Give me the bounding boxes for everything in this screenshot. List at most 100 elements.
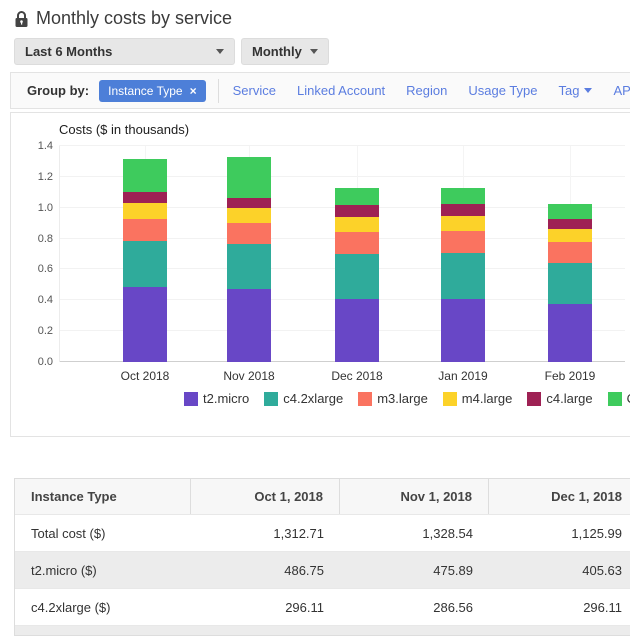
- group-by-option-region[interactable]: Region: [406, 83, 447, 98]
- group-by-label: Group by:: [27, 83, 90, 98]
- x-axis-label: Dec 2018: [331, 369, 383, 383]
- table-row-partial: [15, 625, 630, 635]
- legend-item-c4-2xlarge[interactable]: c4.2xlarge: [264, 391, 343, 406]
- x-axis-label: Oct 2018: [120, 369, 170, 383]
- bar-segment-m3-large-0[interactable]: [123, 219, 167, 242]
- bar-segment-m3-large-1[interactable]: [227, 223, 271, 245]
- table-row-label: c4.2xlarge ($): [31, 599, 111, 615]
- chevron-down-icon: [309, 49, 318, 54]
- plot-area: 0.0 0.2 0.4 0.6 0.8 1.0 1.2 1.4: [11, 140, 630, 368]
- bar-segment-others-2[interactable]: [335, 188, 379, 205]
- chevron-down-icon: [216, 49, 224, 54]
- table-row-label: t2.micro ($): [31, 562, 97, 578]
- chart-legend: t2.micro c4.2xlarge m3.large m4.large c4.lar…: [184, 391, 630, 406]
- bar-segment-c4-2xlarge-4[interactable]: [548, 262, 592, 304]
- bar-segment-c4-large-3[interactable]: [441, 204, 485, 217]
- legend-item-c4-large[interactable]: c4.large: [527, 391, 593, 406]
- legend-item-others[interactable]: Others: [607, 391, 630, 406]
- table-cell-value: 405.63: [582, 562, 622, 578]
- legend-label: m4.large: [461, 391, 513, 406]
- group-by-option-api-operation[interactable]: API Operation: [613, 83, 630, 98]
- bar-segment-t2-micro-3[interactable]: [441, 298, 485, 362]
- legend-item-m3-large[interactable]: m3.large: [358, 391, 428, 406]
- bar-segment-c4-2xlarge-3[interactable]: [441, 253, 485, 299]
- legend-swatch-icon: [264, 391, 279, 406]
- bar-segment-c4-large-1[interactable]: [227, 197, 271, 209]
- table-cell-value: 1,312.71: [273, 525, 324, 541]
- legend-item-m4-large[interactable]: m4.large: [442, 391, 513, 406]
- bar-segment-m3-large-4[interactable]: [548, 241, 592, 263]
- bar-segment-m3-large-2[interactable]: [335, 231, 379, 254]
- legend-label: Others: [627, 391, 630, 406]
- bar-segment-t2-micro-1[interactable]: [227, 288, 271, 362]
- group-by-option-usage-type[interactable]: Usage Type: [468, 83, 537, 98]
- legend-swatch-icon: [358, 391, 373, 406]
- legend-swatch-icon: [527, 391, 542, 406]
- table-body: Total cost ($) 1,312.71 1,328.54 1,125.99 t2…: [15, 514, 630, 625]
- bar-segment-c4-2xlarge-2[interactable]: [335, 253, 379, 300]
- group-by-option-tag[interactable]: Tag: [559, 83, 593, 98]
- table-cell-value: 1,125.99: [571, 525, 622, 541]
- group-by-active-label: Instance Type: [108, 83, 183, 98]
- x-axis-label: Feb 2019: [544, 369, 596, 383]
- group-by-option-service[interactable]: Service: [233, 83, 276, 98]
- bar-segment-m4-large-0[interactable]: [123, 203, 167, 220]
- close-icon[interactable]: ×: [190, 84, 197, 98]
- legend-item-t2-micro[interactable]: t2.micro: [184, 391, 249, 406]
- table-header-cell: Instance Type: [15, 479, 191, 514]
- date-range-value: Last 6 Months: [25, 44, 113, 59]
- granularity-dropdown[interactable]: Monthly: [241, 38, 329, 65]
- table-header-row: Instance Type Oct 1, 2018 Nov 1, 2018 Dec 1…: [15, 479, 630, 514]
- bar-segment-c4-large-4[interactable]: [548, 219, 592, 230]
- y-tick-label: 0.0: [37, 356, 53, 368]
- bar-segment-m4-large-1[interactable]: [227, 208, 271, 224]
- x-axis-label: Jan 2019: [438, 369, 488, 383]
- gridline: [59, 145, 625, 146]
- y-tick-label: 1.4: [37, 140, 53, 152]
- bar-segment-others-4[interactable]: [548, 204, 592, 219]
- date-range-dropdown[interactable]: Last 6 Months: [14, 38, 235, 65]
- bar-segment-others-3[interactable]: [441, 187, 485, 205]
- group-by-active-pill[interactable]: Instance Type ×: [99, 79, 206, 102]
- table-cell-value: 296.11: [285, 599, 324, 615]
- bar-segment-m3-large-3[interactable]: [441, 231, 485, 254]
- table-row: c4.2xlarge ($) 296.11 286.56 296.11: [15, 588, 630, 625]
- table-cell-value: 486.75: [284, 562, 324, 578]
- table-cell-value: 475.89: [433, 562, 473, 578]
- table-row: t2.micro ($) 486.75 475.89 405.63: [15, 551, 630, 588]
- table-cell-value: 296.11: [583, 599, 622, 615]
- bar-segment-m4-large-2[interactable]: [335, 216, 379, 232]
- legend-swatch-icon: [607, 391, 622, 406]
- group-by-options: Service Linked Account Region Usage Type Tag…: [233, 83, 630, 98]
- y-tick-label: 1.0: [37, 201, 53, 214]
- bar-segment-t2-micro-2[interactable]: [335, 299, 379, 362]
- bar-segment-others-0[interactable]: [123, 159, 167, 192]
- legend-label: t2.micro: [203, 391, 250, 406]
- table-cell-value: 286.56: [433, 599, 473, 615]
- group-by-option-linked-account[interactable]: Linked Account: [297, 83, 385, 98]
- table-header-cell: Nov 1, 2018: [340, 479, 489, 514]
- y-tick-label: 1.2: [37, 170, 53, 183]
- bar-segment-t2-micro-4[interactable]: [548, 304, 592, 362]
- bar-segment-c4-2xlarge-1[interactable]: [227, 244, 271, 289]
- bar-segment-c4-large-2[interactable]: [335, 205, 379, 217]
- bar-segment-c4-2xlarge-0[interactable]: [123, 241, 167, 287]
- legend-label: m3.large: [377, 391, 428, 406]
- bar-segment-t2-micro-0[interactable]: [123, 286, 167, 362]
- table-header-cell: Dec 1, 2018: [551, 489, 622, 504]
- page-title: Monthly costs by service: [36, 8, 233, 28]
- legend-label: c4.2xlarge: [283, 391, 344, 406]
- y-axis-line: [59, 146, 60, 362]
- table-header-cell: Oct 1, 2018: [191, 479, 340, 514]
- bar-segment-m4-large-3[interactable]: [441, 216, 485, 232]
- table-row-label: Total cost ($): [31, 525, 106, 541]
- bar-segment-others-1[interactable]: [227, 157, 271, 198]
- granularity-value: Monthly: [252, 44, 302, 59]
- y-tick-label: 0.6: [37, 263, 53, 276]
- table-cell-value: 1,328.54: [422, 525, 473, 541]
- bar-segment-c4-large-0[interactable]: [123, 191, 167, 204]
- y-tick-label: 0.8: [37, 232, 53, 245]
- y-tick-label: 0.2: [37, 325, 53, 338]
- bar-segment-m4-large-4[interactable]: [548, 229, 592, 242]
- divider: [217, 78, 219, 103]
